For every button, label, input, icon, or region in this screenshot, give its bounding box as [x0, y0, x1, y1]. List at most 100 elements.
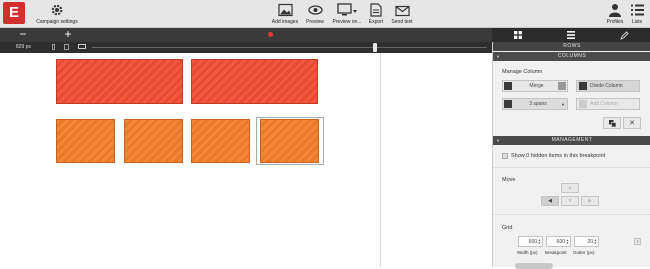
campaign-settings-button[interactable]: Campaign settings — [34, 3, 80, 25]
arrow-down-icon: ▼ — [567, 198, 573, 204]
profiles-button[interactable]: Profiles — [605, 3, 625, 25]
grid-help-button[interactable]: ? — [634, 238, 641, 245]
preview-label: Preview — [306, 19, 324, 25]
export-button[interactable]: Export — [367, 3, 385, 25]
stepper-icon[interactable]: ▲ ▼ — [594, 238, 597, 245]
breakpoint-marker[interactable] — [268, 32, 273, 37]
hidden-items-label: Show 0 hidden items in this breakpoint — [511, 153, 606, 159]
canvas-toolbar: − + 829 px — [0, 28, 492, 53]
monitor-icon — [337, 3, 357, 16]
columns-header-label: COLUMNS — [557, 53, 587, 59]
preview-on-button[interactable]: Preview on... — [331, 3, 363, 25]
duplicate-column-button[interactable] — [603, 117, 621, 129]
row2-column-2[interactable] — [124, 119, 183, 163]
width-slider-handle[interactable] — [373, 43, 377, 52]
tab-content[interactable] — [545, 28, 597, 42]
row2-column-4[interactable] — [260, 119, 319, 163]
spans-value: 3 spans — [529, 101, 547, 107]
list-icon — [630, 4, 644, 16]
tab-style[interactable] — [598, 28, 650, 42]
arrow-left-icon: ◀ — [548, 198, 552, 204]
move-down-button[interactable]: ▼ — [561, 196, 579, 206]
rows-header-label: ROWS — [563, 43, 581, 49]
move-up-button[interactable]: ▲ — [561, 183, 579, 193]
desktop-icon[interactable] — [78, 44, 86, 49]
top-toolbar: E Campaign settings Add images Preview P… — [0, 0, 650, 28]
management-section-header[interactable]: ▼ MANAGEMENT — [493, 136, 650, 145]
breakpoint-label: Breakpoint — [545, 250, 567, 255]
export-label: Export — [368, 19, 384, 25]
campaign-settings-label: Campaign settings — [36, 19, 78, 25]
columns-section-header[interactable]: ▼ COLUMNS — [493, 52, 650, 61]
close-icon: ✕ — [629, 120, 635, 127]
copy-icon — [608, 119, 616, 127]
images-icon — [277, 3, 293, 17]
rows-section-header[interactable]: ROWS — [493, 42, 650, 51]
tab-layout[interactable] — [492, 28, 544, 42]
send-test-button[interactable]: Send test — [390, 3, 414, 25]
add-images-label: Add images — [271, 19, 299, 25]
email-canvas — [0, 53, 492, 267]
profiles-label: Profiles — [606, 19, 624, 25]
row1-column-2[interactable] — [191, 59, 318, 104]
breakpoint-guide-line — [380, 53, 381, 267]
phone-icon[interactable] — [52, 44, 55, 50]
zoom-in-button[interactable]: + — [61, 28, 75, 42]
divider — [493, 214, 650, 215]
preview-button[interactable]: Preview — [304, 3, 326, 25]
delete-column-button[interactable]: ✕ — [623, 117, 641, 129]
lists-button[interactable]: Lists — [628, 3, 646, 25]
divider — [493, 167, 650, 168]
grid-icon — [514, 31, 522, 39]
spans-select[interactable]: 3 spans ▼ — [502, 98, 568, 110]
add-images-button[interactable]: Add images — [270, 3, 300, 25]
grid-width-input[interactable]: 600 ▲ ▼ — [518, 236, 543, 247]
grid-width-label: Width (px) — [517, 250, 538, 255]
move-right-button[interactable]: ▶ — [581, 196, 599, 206]
add-column-button[interactable]: Add Column — [576, 98, 640, 110]
move-title: Move — [502, 177, 516, 183]
lists-label: Lists — [631, 19, 643, 25]
pencil-icon — [619, 30, 629, 40]
arrow-right-icon: ▶ — [588, 198, 592, 204]
help-label: ? — [636, 239, 639, 244]
row2-column-3[interactable] — [191, 119, 250, 163]
row2-column-1[interactable] — [56, 119, 115, 163]
merge-left-icon — [504, 82, 512, 90]
gutter-value: 20 — [587, 238, 594, 245]
properties-panel: ROWS ▼ COLUMNS Manage Column Merge Divid… — [492, 42, 650, 269]
divide-column-button[interactable]: Divide Column — [576, 80, 640, 92]
spans-icon — [504, 100, 512, 108]
management-header-label: MANAGEMENT — [551, 137, 593, 143]
merge-right-icon — [558, 82, 566, 90]
width-readout: 829 px — [16, 44, 32, 50]
gutter-input[interactable]: 20 ▲ ▼ — [574, 236, 599, 247]
merge-button[interactable]: Merge — [502, 80, 568, 92]
hidden-items-checkbox[interactable] — [502, 153, 508, 159]
collapse-arrow-icon: ▼ — [496, 54, 501, 59]
menu-icon — [567, 31, 575, 39]
breakpoint-value: 600 — [556, 238, 566, 245]
gutter-label: Gutter (px) — [573, 250, 595, 255]
divide-label: Divide Column — [590, 83, 623, 89]
add-column-icon — [579, 100, 587, 108]
stepper-icon[interactable]: ▲ ▼ — [566, 238, 569, 245]
stepper-icon[interactable]: ▲ ▼ — [538, 238, 541, 245]
panel-tabs — [492, 28, 650, 42]
move-left-button[interactable]: ◀ — [541, 196, 559, 206]
gear-icon — [51, 4, 63, 16]
manage-column-title: Manage Column — [502, 69, 543, 75]
arrow-up-icon: ▲ — [567, 185, 573, 191]
divide-icon — [579, 82, 587, 90]
grid-apply-button[interactable] — [515, 263, 553, 269]
send-test-label: Send test — [391, 19, 413, 25]
breakpoint-input[interactable]: 600 ▲ ▼ — [546, 236, 571, 247]
width-slider-track[interactable] — [92, 47, 487, 48]
row1-column-1[interactable] — [56, 59, 183, 104]
app-logo: E — [3, 2, 25, 24]
selected-column-outline[interactable] — [256, 117, 324, 165]
tablet-icon[interactable] — [64, 44, 69, 50]
envelope-icon — [394, 5, 410, 17]
zoom-out-button[interactable]: − — [16, 28, 30, 42]
export-icon — [370, 3, 382, 17]
